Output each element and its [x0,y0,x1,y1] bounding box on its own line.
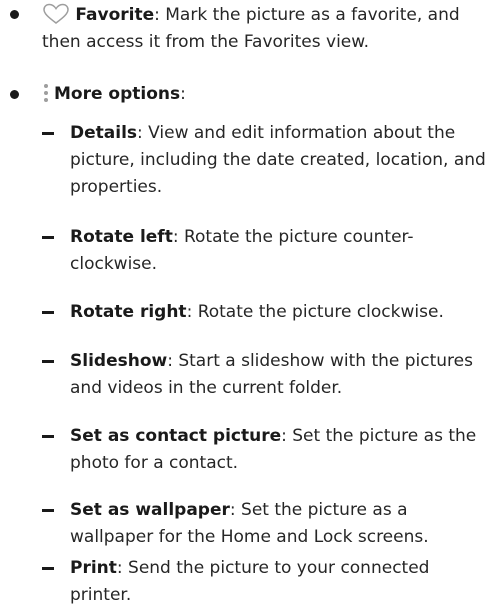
more-options-title: More options [54,84,181,104]
dash-icon [42,236,54,239]
item-title: Slideshow [70,351,168,371]
list-item-text: Rotate right: Rotate the picture clockwi… [70,299,488,326]
more-options-suffix: : [180,84,186,104]
item-title: Set as wallpaper [70,500,230,520]
bullet-dot [10,10,19,19]
list-item-text: Print: Send the picture to your connecte… [70,555,488,609]
dash-icon [42,132,54,135]
item-title: Print [70,558,117,578]
item-title: Set as contact picture [70,426,282,446]
dash-icon [42,360,54,363]
list-item-text: Set as wallpaper: Set the picture as a w… [70,497,488,551]
dash-icon [42,567,54,570]
vertical-dots-icon [42,81,50,114]
dash-icon [42,509,54,512]
favorite-text: Favorite: Mark the picture as a favorite… [42,2,488,56]
item-description: : Rotate the picture clockwise. [186,302,444,322]
item-title: Rotate left [70,227,173,247]
item-description: : Send the picture to your connected pri… [70,558,430,605]
favorite-title: Favorite [75,5,155,25]
heart-icon [42,2,70,26]
list-item-text: Details: View and edit information about… [70,120,488,201]
dash-icon [42,435,54,438]
list-item-text: Set as contact picture: Set the picture … [70,423,488,477]
list-item-text: Slideshow: Start a slideshow with the pi… [70,348,488,402]
dash-icon [42,311,54,314]
item-title: Rotate right [70,302,187,322]
bullet-dot [10,90,19,99]
item-title: Details [70,123,138,143]
more-options-text: More options: [42,81,488,114]
list-item-text: Rotate left: Rotate the picture counter-… [70,224,488,278]
